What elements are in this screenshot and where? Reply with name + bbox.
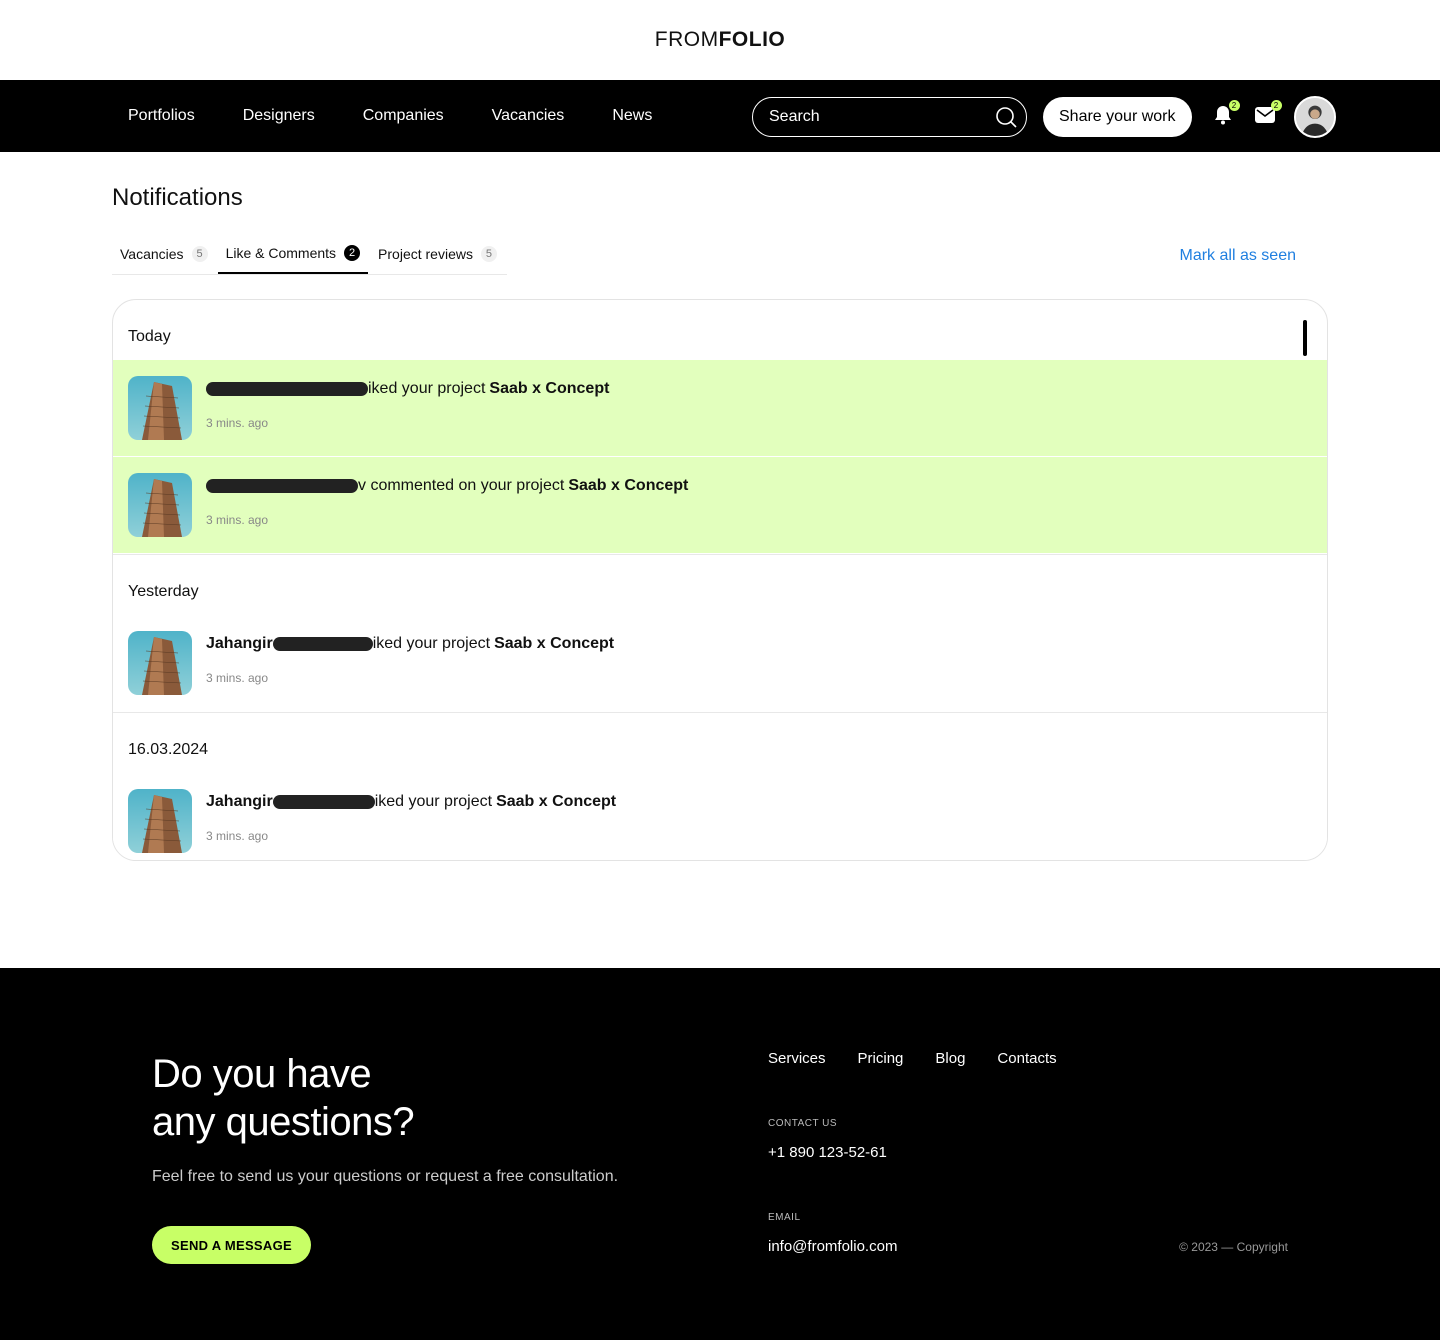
tab-vacancies[interactable]: Vacancies 5: [112, 242, 216, 274]
notification-body: iked your project Saab x Concept 3 mins.…: [206, 376, 609, 440]
notification-text: iked your project Saab x Concept: [206, 376, 609, 402]
nav-link-vacancies[interactable]: Vacancies: [492, 107, 565, 125]
main-content: Notifications Vacancies 5 Like & Comment…: [0, 184, 1440, 861]
footer-title-line: any questions?: [152, 1100, 415, 1144]
footer-link-services[interactable]: Services: [768, 1050, 826, 1067]
phone-number[interactable]: +1 890 123-52-61: [768, 1144, 887, 1161]
nav-link-portfolios[interactable]: Portfolios: [128, 107, 195, 125]
project-link[interactable]: Saab x Concept: [496, 793, 616, 811]
notification-time: 3 mins. ago: [206, 671, 269, 685]
logo-bar: FROMFOLIO: [0, 0, 1440, 80]
redacted-name: [206, 382, 368, 396]
notification-body: v commented on your project Saab x Conce…: [206, 473, 688, 537]
notification-action: iked your project: [374, 793, 493, 810]
mark-all-seen-link[interactable]: Mark all as seen: [1180, 247, 1297, 265]
footer-subtitle: Feel free to send us your questions or r…: [152, 1168, 619, 1185]
notification-time: 3 mins. ago: [206, 416, 269, 430]
email-label: EMAIL: [768, 1212, 801, 1223]
search-input[interactable]: [769, 108, 969, 126]
tab-count: 2: [344, 245, 361, 261]
notification-text: Jahangir iked your project Saab x Concep…: [206, 789, 616, 815]
footer-title: Do you have any questions?: [152, 1050, 618, 1146]
redacted-name: [272, 637, 373, 651]
notifications-badge: 2: [1228, 100, 1240, 111]
messages-badge: 2: [1270, 100, 1282, 111]
redacted-name: [272, 795, 375, 809]
footer-cta: Do you have any questions? Feel free to …: [152, 1050, 618, 1264]
send-message-button[interactable]: SEND A MESSAGE: [152, 1226, 311, 1264]
project-thumbnail: [128, 789, 192, 853]
logo[interactable]: FROMFOLIO: [655, 28, 786, 52]
tab-like-comments[interactable]: Like & Comments 2: [217, 242, 369, 274]
redacted-name: [206, 479, 358, 493]
messages-button[interactable]: 2: [1254, 100, 1282, 128]
notification-action: iked your project: [368, 380, 486, 397]
notifications-button[interactable]: 2: [1212, 100, 1240, 128]
mail-icon: [1254, 106, 1275, 128]
nav-links: Portfolios Designers Companies Vacancies…: [128, 107, 700, 125]
notification-item[interactable]: Jahangir iked your project Saab x Concep…: [113, 615, 1327, 712]
tabs-row: Vacancies 5 Like & Comments 2 Project re…: [112, 242, 1328, 275]
notification-action: v commented on your project: [358, 477, 565, 494]
project-link[interactable]: Saab x Concept: [489, 380, 609, 398]
logo-light-text: FROM: [654, 28, 719, 51]
share-work-button[interactable]: Share your work: [1043, 97, 1192, 137]
copyright: © 2023 — Copyright: [1179, 1240, 1288, 1254]
notification-time: 3 mins. ago: [206, 829, 269, 843]
contact-label: CONTACT US: [768, 1118, 838, 1129]
project-thumbnail: [128, 631, 192, 695]
notifications-panel: Today iked your project Saab x Concept 3…: [112, 299, 1328, 861]
notification-tabs: Vacancies 5 Like & Comments 2 Project re…: [112, 242, 507, 275]
tab-label: Project reviews: [378, 246, 473, 262]
nav-right: Share your work 2 2: [752, 96, 1336, 138]
user-name[interactable]: Jahangir: [206, 635, 273, 653]
page-title: Notifications: [112, 184, 243, 211]
notification-time: 3 mins. ago: [206, 513, 269, 527]
notification-item[interactable]: v commented on your project Saab x Conce…: [113, 457, 1327, 554]
group-label-date: 16.03.2024: [128, 741, 209, 758]
notification-text: v commented on your project Saab x Conce…: [206, 473, 688, 499]
footer-link-contacts[interactable]: Contacts: [997, 1050, 1056, 1067]
notification-text: Jahangir iked your project Saab x Concep…: [206, 631, 614, 657]
footer-title-line: Do you have: [152, 1052, 372, 1096]
main-nav: Portfolios Designers Companies Vacancies…: [0, 80, 1440, 152]
notification-body: Jahangir iked your project Saab x Concep…: [206, 789, 616, 853]
user-name[interactable]: Jahangir: [206, 793, 273, 811]
search-box: [752, 97, 1027, 137]
project-link[interactable]: Saab x Concept: [494, 635, 614, 653]
notification-action: iked your project: [372, 635, 491, 652]
tab-count: 5: [480, 246, 497, 262]
scrollbar[interactable]: [1303, 320, 1307, 356]
tab-project-reviews[interactable]: Project reviews 5: [370, 242, 505, 274]
footer-link-blog[interactable]: Blog: [935, 1050, 965, 1067]
footer: Do you have any questions? Feel free to …: [0, 968, 1440, 1340]
notification-body: Jahangir iked your project Saab x Concep…: [206, 631, 614, 695]
tab-label: Like & Comments: [225, 245, 337, 261]
project-link[interactable]: Saab x Concept: [568, 477, 688, 495]
avatar[interactable]: [1293, 96, 1336, 138]
logo-bold-text: FOLIO: [718, 28, 786, 51]
tab-count: 5: [191, 246, 208, 262]
nav-link-designers[interactable]: Designers: [243, 107, 315, 125]
tab-label: Vacancies: [120, 246, 184, 262]
nav-link-companies[interactable]: Companies: [363, 107, 444, 125]
group-label-today: Today: [128, 328, 171, 345]
project-thumbnail: [128, 376, 192, 440]
email-address[interactable]: info@fromfolio.com: [768, 1238, 897, 1255]
nav-link-news[interactable]: News: [612, 107, 652, 125]
notification-item[interactable]: iked your project Saab x Concept 3 mins.…: [113, 360, 1327, 457]
search-icon[interactable]: [994, 105, 1018, 129]
footer-link-pricing[interactable]: Pricing: [858, 1050, 904, 1067]
project-thumbnail: [128, 473, 192, 537]
footer-links: Services Pricing Blog Contacts: [768, 1050, 1057, 1067]
group-label-yesterday: Yesterday: [128, 583, 199, 600]
notification-item[interactable]: Jahangir iked your project Saab x Concep…: [113, 773, 1327, 860]
